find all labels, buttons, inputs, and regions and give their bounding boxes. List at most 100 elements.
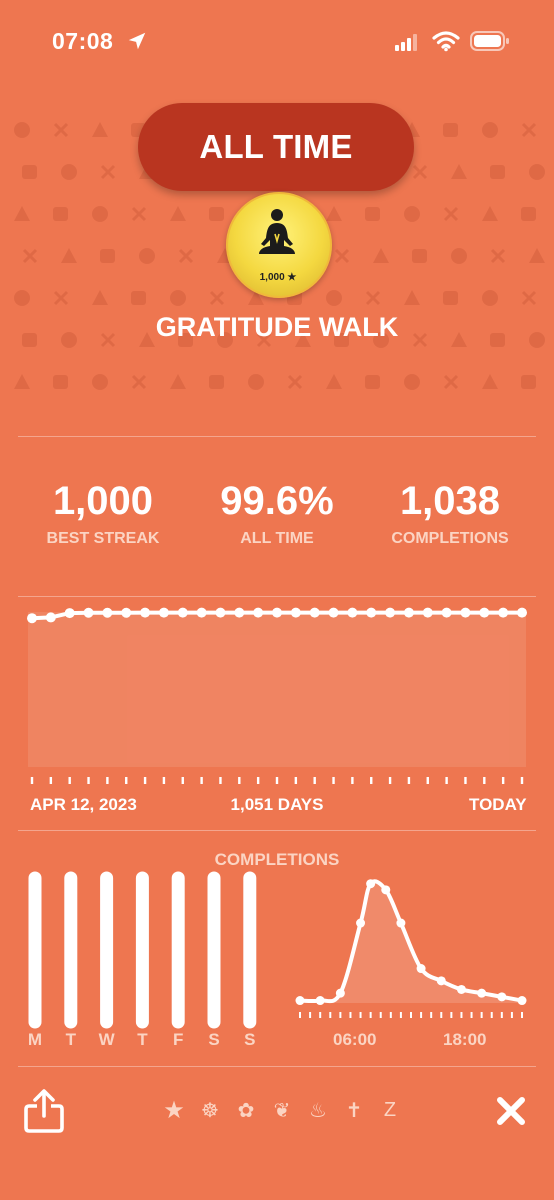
hour-tick [521,1012,523,1018]
rate-point [121,607,132,618]
weekday-label: S [208,1030,220,1049]
weekday-completions-chart [28,871,257,1029]
status-time: 07:08 [52,28,114,54]
habit-icon-tabs: ★ ☸ ✿ ❦ ♨ ✝ Z [160,1096,404,1124]
time-of-day-chart [295,879,527,1018]
hour-tick [389,1012,392,1018]
rate-point [158,607,169,618]
x-tick [520,777,524,784]
rate-point [517,607,527,618]
habit-tab-icon[interactable]: ★ [160,1096,188,1124]
x-tick [313,777,316,784]
habit-tab-icon[interactable]: Z [376,1096,404,1124]
time-point [295,996,305,1006]
rate-point [64,608,75,619]
hour-tick [480,1012,483,1018]
divider [18,830,536,831]
rate-point [328,607,339,618]
x-tick [106,777,109,784]
close-icon[interactable] [495,1095,527,1127]
rate-point [272,607,282,618]
weekday-label: T [137,1030,148,1049]
hour-tick [500,1012,503,1018]
x-tick [483,777,486,784]
hour-tick-label: 18:00 [443,1030,487,1049]
x-tick [407,777,411,784]
rate-point [196,607,207,618]
badge-count: 1,000 ★ [259,272,297,283]
stat-label: ALL TIME [240,530,314,547]
time-point [477,988,487,998]
x-tick [238,777,241,784]
rate-point [385,607,396,618]
rate-point [441,607,452,618]
period-selector-button[interactable]: ALL TIME [138,103,414,191]
hour-tick [420,1012,423,1018]
share-icon[interactable] [22,1088,66,1134]
hour-tick [329,1012,332,1018]
chart-end-label: TODAY [469,795,527,814]
x-tick [370,777,373,784]
time-point [436,976,446,986]
hour-tick [430,1012,433,1018]
hour-tick [410,1012,412,1018]
weekday-label: W [98,1030,115,1049]
habit-title: GRATITUDE WALK [155,312,399,342]
rate-point [215,607,226,618]
weekday-label: F [172,1030,184,1049]
cellular-signal-icon [395,34,417,51]
habit-tab-icon[interactable]: ♨ [304,1096,332,1124]
rate-point [479,607,490,618]
hour-tick [349,1012,352,1018]
time-point [335,988,345,998]
time-point [315,996,325,1006]
hour-tick [339,1012,342,1018]
completion-rate-chart [27,607,527,784]
time-point [356,918,366,928]
time-point [396,918,406,928]
rate-point [403,607,414,618]
completions-title: COMPLETIONS [214,850,340,869]
stat-label: BEST STREAK [46,530,160,547]
rate-point [422,607,433,618]
x-tick [49,777,53,784]
rate-point [498,607,509,618]
x-tick [162,777,166,784]
weekday-label: S [244,1030,256,1049]
x-tick [426,777,429,784]
hour-tick [510,1012,513,1018]
weekday-label: M [27,1030,43,1049]
x-tick [445,777,448,784]
rate-point [45,612,56,623]
divider [18,1066,536,1067]
time-point [497,992,507,1002]
hour-tick [359,1012,362,1018]
rate-point [140,607,151,618]
x-tick [464,777,467,784]
x-tick [125,777,128,784]
x-tick [294,777,298,784]
x-tick [351,777,354,784]
x-tick [200,777,203,784]
hour-tick [490,1012,493,1018]
rate-point [253,607,264,618]
habit-tab-icon[interactable]: ❦ [268,1096,296,1124]
chart-plot-area [28,612,526,767]
x-tick [68,777,71,784]
hour-tick [470,1012,473,1018]
meditation-person-icon [259,209,295,254]
x-tick [143,777,147,784]
rate-point [102,607,113,618]
habit-tab-icon[interactable]: ✿ [232,1096,260,1124]
rate-point [460,607,471,618]
hour-tick [369,1012,372,1018]
hour-tick [440,1012,443,1018]
rate-point [290,607,301,618]
habit-tab-icon[interactable]: ☸ [196,1096,224,1124]
weekday-label: T [65,1030,76,1049]
rate-point [177,607,188,618]
habit-tab-icon[interactable]: ✝ [340,1096,368,1124]
hour-tick [299,1012,301,1018]
time-point [416,964,426,974]
stat-value: 1,000 [52,479,154,523]
